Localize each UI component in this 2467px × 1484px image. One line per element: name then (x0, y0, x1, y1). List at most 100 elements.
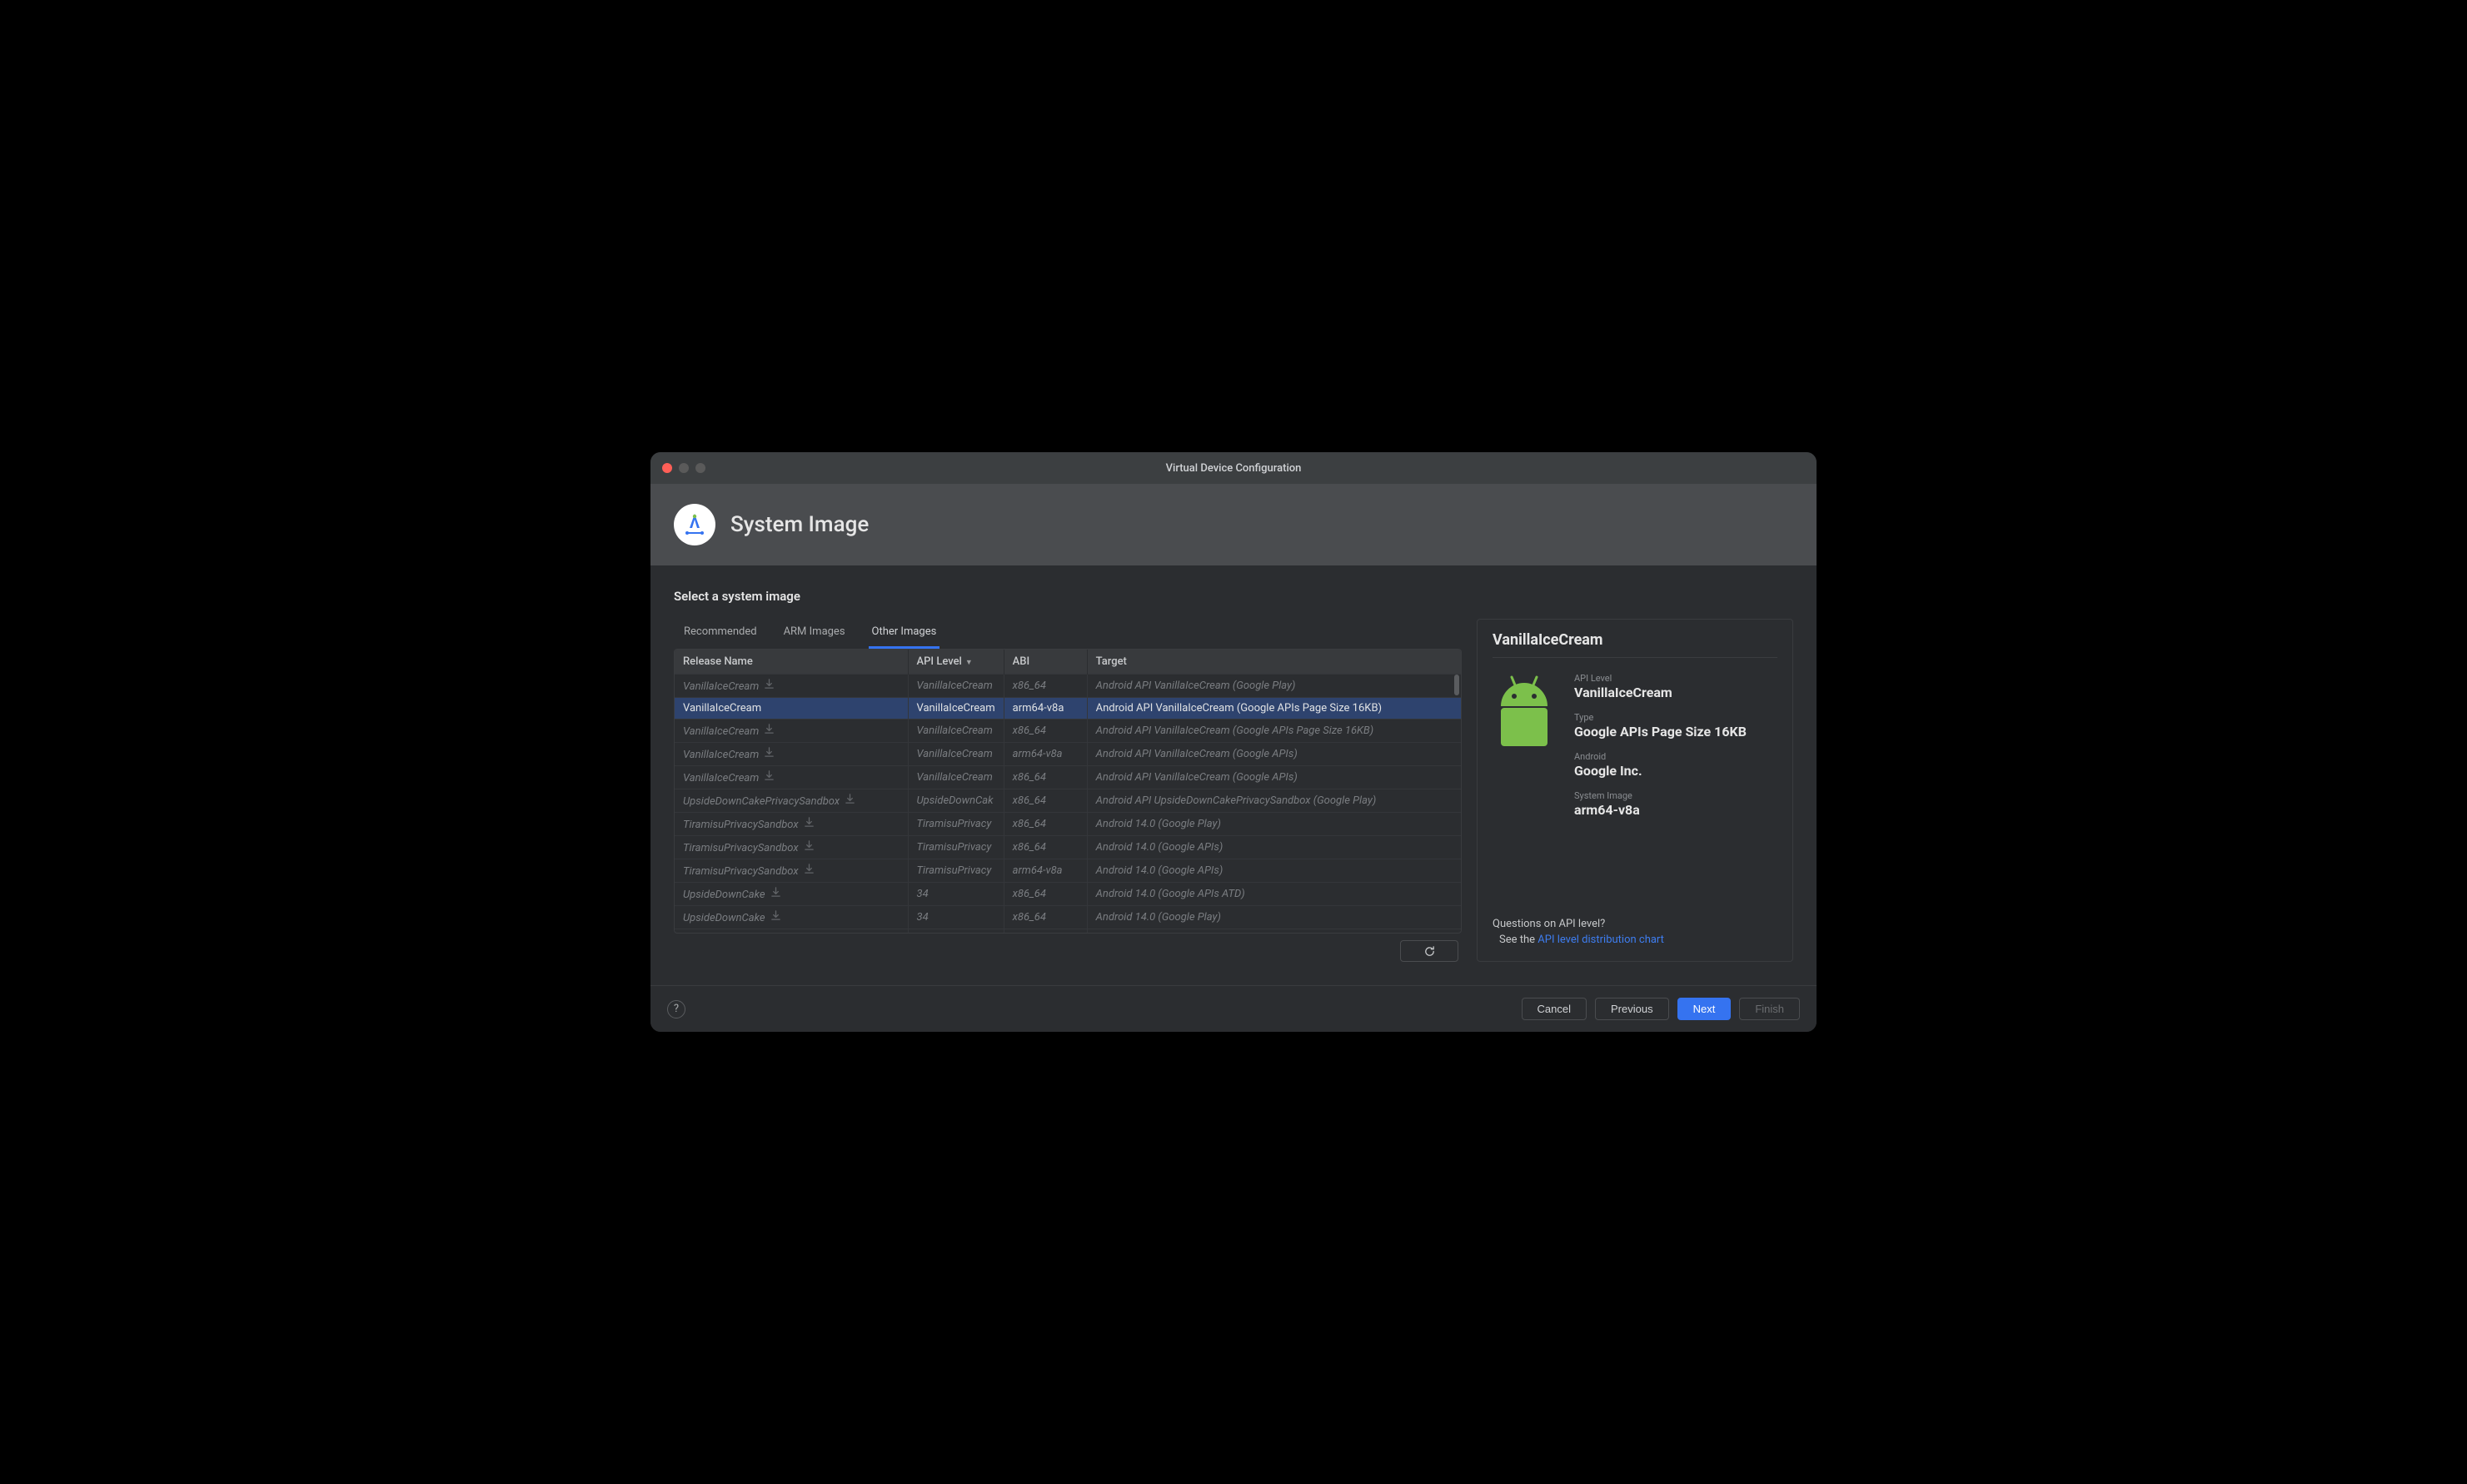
cell-target: Android API VanillaIceCream (Google Play… (1087, 675, 1461, 698)
detail-value: Google APIs Page Size 16KB (1574, 724, 1777, 740)
section-subtitle: Select a system image (674, 589, 1793, 604)
column-header-release[interactable]: Release Name (675, 650, 908, 675)
download-icon[interactable] (764, 747, 775, 761)
details-footer: Questions on API level? See the API leve… (1493, 903, 1777, 946)
previous-button[interactable]: Previous (1595, 998, 1669, 1020)
detail-label: System Image (1574, 790, 1777, 801)
download-icon[interactable] (804, 864, 815, 878)
window-title: Virtual Device Configuration (650, 462, 1817, 475)
download-icon[interactable] (764, 724, 775, 738)
see-text: See the (1499, 934, 1538, 946)
cell-api-level: TiramisuPrivacy (908, 836, 1004, 859)
api-distribution-link[interactable]: API level distribution chart (1538, 934, 1664, 946)
main-area: Recommended ARM Images Other Images Releas… (674, 619, 1793, 962)
cell-api-level: VanillaIceCream (908, 720, 1004, 743)
cell-abi: arm64-v8a (1004, 698, 1087, 720)
refresh-button[interactable] (1400, 940, 1458, 962)
column-header-target[interactable]: Target (1087, 650, 1461, 675)
bottom-bar: ? Cancel Previous Next Finish (650, 985, 1817, 1032)
table-row[interactable]: UpsideDownCake34x86_64Android 14.0 (Goog… (675, 906, 1461, 929)
detail-value: Google Inc. (1574, 763, 1777, 779)
detail-type: Type Google APIs Page Size 16KB (1574, 712, 1777, 740)
cell-target: Android API VanillaIceCream (Google APIs… (1087, 766, 1461, 789)
window-controls (662, 463, 705, 473)
content-area: Select a system image Recommended ARM Ima… (650, 565, 1817, 985)
table-row[interactable]: TiramisuPrivacySandboxTiramisuPrivacyx86… (675, 836, 1461, 859)
tab-recommended[interactable]: Recommended (680, 619, 760, 649)
column-header-api-level[interactable]: API Level▼ (908, 650, 1004, 675)
tab-bar: Recommended ARM Images Other Images (674, 619, 1462, 649)
table-row[interactable]: UpsideDownCake (Extension Level 8)34x86_… (675, 929, 1461, 934)
system-image-table-wrap: Release Name API Level▼ ABI Target Vanil… (674, 649, 1462, 934)
cell-release: UpsideDownCake (675, 883, 908, 906)
detail-value: arm64-v8a (1574, 802, 1777, 818)
table-scroll[interactable]: Release Name API Level▼ ABI Target Vanil… (675, 650, 1461, 933)
cell-target: Android API VanillaIceCream (Google APIs… (1087, 720, 1461, 743)
cell-api-level: VanillaIceCream (908, 743, 1004, 766)
cell-release: VanillaIceCream (675, 720, 908, 743)
cell-release: UpsideDownCake (675, 906, 908, 929)
api-level-question: Questions on API level? (1493, 918, 1777, 930)
cell-abi: arm64-v8a (1004, 859, 1087, 883)
refresh-row (674, 934, 1462, 962)
cell-api-level: VanillaIceCream (908, 698, 1004, 720)
system-image-table: Release Name API Level▼ ABI Target Vanil… (675, 650, 1461, 933)
download-icon[interactable] (764, 679, 775, 693)
close-icon[interactable] (662, 463, 672, 473)
cancel-button[interactable]: Cancel (1522, 998, 1587, 1020)
cell-abi: x86_64 (1004, 836, 1087, 859)
detail-label: API Level (1574, 673, 1777, 684)
finish-button: Finish (1739, 998, 1800, 1020)
column-header-abi[interactable]: ABI (1004, 650, 1087, 675)
table-row[interactable]: VanillaIceCreamVanillaIceCreamx86_64Andr… (675, 720, 1461, 743)
tab-arm-images[interactable]: ARM Images (780, 619, 849, 649)
tab-other-images[interactable]: Other Images (869, 619, 940, 649)
minimize-icon[interactable] (679, 463, 689, 473)
maximize-icon[interactable] (695, 463, 705, 473)
cell-abi: x86_64 (1004, 813, 1087, 836)
cell-api-level: UpsideDownCak (908, 789, 1004, 813)
scrollbar-thumb[interactable] (1454, 675, 1459, 695)
cell-abi: x86_64 (1004, 906, 1087, 929)
download-icon[interactable] (845, 794, 855, 808)
table-row[interactable]: UpsideDownCakePrivacySandboxUpsideDownCa… (675, 789, 1461, 813)
download-icon[interactable] (804, 817, 815, 831)
cell-abi: x86_64 (1004, 883, 1087, 906)
cell-abi: x86_64 (1004, 675, 1087, 698)
table-row[interactable]: VanillaIceCreamVanillaIceCreamx86_64Andr… (675, 675, 1461, 698)
cell-release: VanillaIceCream (675, 675, 908, 698)
cell-api-level: VanillaIceCream (908, 675, 1004, 698)
cell-abi: x86_64 (1004, 929, 1087, 934)
table-row[interactable]: TiramisuPrivacySandboxTiramisuPrivacyx86… (675, 813, 1461, 836)
titlebar: Virtual Device Configuration (650, 452, 1817, 484)
cell-api-level: 34 (908, 883, 1004, 906)
help-button[interactable]: ? (667, 1000, 685, 1018)
header: System Image (650, 484, 1817, 565)
table-row[interactable]: VanillaIceCreamVanillaIceCreamx86_64Andr… (675, 766, 1461, 789)
cell-release: VanillaIceCream (675, 698, 908, 720)
table-row[interactable]: VanillaIceCreamVanillaIceCreamarm64-v8aA… (675, 698, 1461, 720)
next-button[interactable]: Next (1677, 998, 1732, 1020)
download-icon[interactable] (770, 910, 781, 924)
cell-target: Android 14.0 (Google Play) (1087, 929, 1461, 934)
table-row[interactable]: TiramisuPrivacySandboxTiramisuPrivacyarm… (675, 859, 1461, 883)
table-row[interactable]: UpsideDownCake34x86_64Android 14.0 (Goog… (675, 883, 1461, 906)
detail-fields: API Level VanillaIceCream Type Google AP… (1574, 673, 1777, 818)
cell-api-level: TiramisuPrivacy (908, 813, 1004, 836)
cell-target: Android API UpsideDownCakePrivacySandbox… (1087, 789, 1461, 813)
detail-android: Android Google Inc. (1574, 751, 1777, 779)
cell-abi: arm64-v8a (1004, 743, 1087, 766)
cell-release: UpsideDownCake (Extension Level 8) (675, 929, 908, 934)
cell-api-level: 34 (908, 906, 1004, 929)
cell-target: Android 14.0 (Google APIs ATD) (1087, 883, 1461, 906)
cell-target: Android 14.0 (Google Play) (1087, 813, 1461, 836)
left-pane: Recommended ARM Images Other Images Releas… (674, 619, 1462, 962)
download-icon[interactable] (764, 770, 775, 784)
download-icon[interactable] (770, 887, 781, 901)
download-icon[interactable] (804, 840, 815, 854)
cell-target: Android 14.0 (Google Play) (1087, 906, 1461, 929)
table-row[interactable]: VanillaIceCreamVanillaIceCreamarm64-v8aA… (675, 743, 1461, 766)
cell-abi: x86_64 (1004, 789, 1087, 813)
cell-release: VanillaIceCream (675, 743, 908, 766)
dialog-window: Virtual Device Configuration System Imag… (650, 452, 1817, 1032)
